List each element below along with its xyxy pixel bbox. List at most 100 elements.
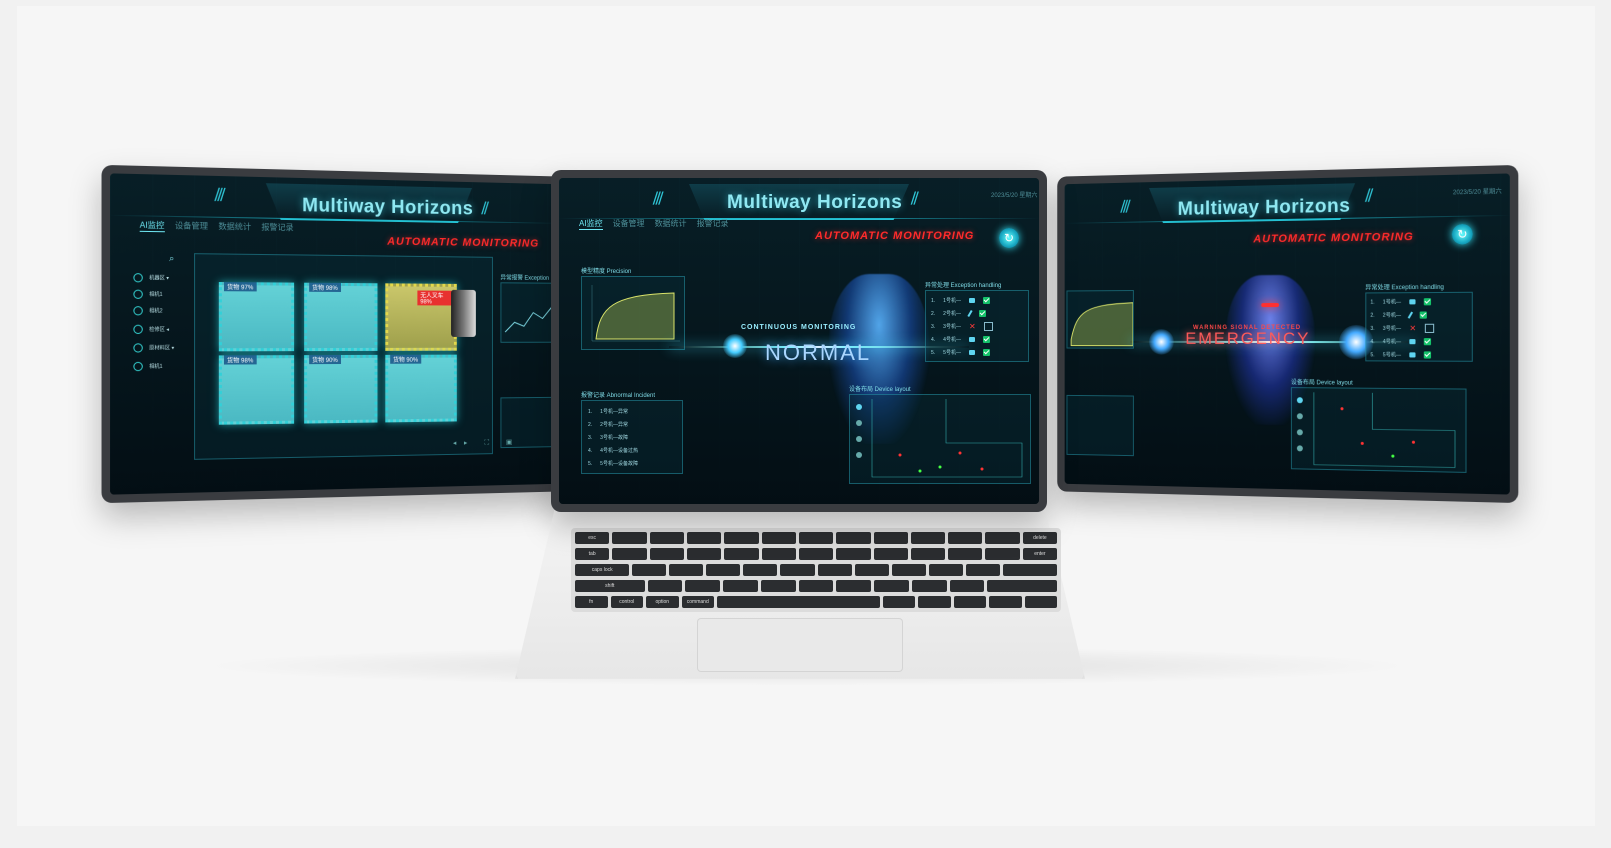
key[interactable] [612,532,647,544]
key-space[interactable] [717,596,880,608]
sidebar-item[interactable]: 相机1 [133,361,163,372]
list-item[interactable]: 4. 4号机— [1370,335,1467,348]
trackpad[interactable] [697,618,903,672]
key[interactable] [798,532,834,544]
search-icon[interactable]: ⌕ [169,253,174,264]
key[interactable] [836,532,871,544]
key[interactable] [836,580,872,592]
key-command[interactable]: command [681,596,714,608]
key-tab[interactable]: tab [575,548,610,560]
key[interactable] [891,564,926,576]
key[interactable] [965,564,1000,576]
key-control[interactable]: control [610,596,643,608]
sidebar-item[interactable]: 原材料区 ▾ [133,343,174,353]
tab-alarm[interactable]: 报警记录 [697,218,729,230]
key[interactable] [649,532,684,544]
camera-tile-warning[interactable]: 无人叉车 98% [385,283,457,351]
key[interactable] [854,564,889,576]
key[interactable] [910,532,946,544]
list-item[interactable]: 3. 3号机— ✕ [1370,322,1467,335]
key[interactable] [724,532,759,544]
key[interactable] [649,548,684,560]
list-item[interactable]: 1. 1号机— [1370,295,1467,309]
tab-device[interactable]: 设备管理 [613,218,645,230]
key[interactable] [647,580,683,592]
list-item[interactable]: 1. 1号机— [931,294,1023,307]
sidebar-item[interactable]: 相机1 [133,289,163,299]
list-item[interactable]: 5. 5号机— [1370,348,1467,362]
key[interactable] [761,548,796,560]
key[interactable] [761,532,796,544]
key[interactable] [985,532,1020,544]
app-title: Multiway Horizons [727,192,903,213]
key[interactable] [798,580,834,592]
sidebar-item[interactable]: 检修区 ◂ [133,324,169,334]
list-item[interactable]: 5. 5号机—设备故障 [588,457,676,470]
list-item[interactable]: 2. 2号机—异常 [588,418,676,431]
list-item[interactable]: 2. 2号机— [1370,308,1467,322]
sidebar-item[interactable]: 机器区 ▾ [133,273,169,283]
key[interactable] [685,580,721,592]
list-item[interactable]: 3. 3号机—故障 [588,431,676,444]
key-enter[interactable]: enter [1022,548,1058,560]
key[interactable] [836,548,871,560]
key[interactable] [612,548,647,560]
key[interactable] [1024,596,1057,608]
key[interactable] [910,548,946,560]
key[interactable] [911,580,947,592]
key[interactable] [882,596,915,608]
right-screen: ⧸⧸⧸ Multiway Horizons ⧸⧸ 2023/5/20 星期六 A… [1064,173,1510,495]
key[interactable] [686,532,722,544]
key[interactable] [817,564,852,576]
key-caps[interactable]: caps lock [575,564,630,576]
key[interactable] [987,580,1057,592]
tab-alarm[interactable]: 报警记录 [261,222,293,235]
key-esc[interactable]: esc [575,532,610,544]
list-item[interactable]: 4. 4号机—设备过热 [588,444,676,457]
tab-stats[interactable]: 数据统计 [655,218,687,230]
camera-tile[interactable]: 货物 98% [304,282,378,352]
list-item[interactable]: 1. 1号机—异常 [588,405,676,418]
key[interactable] [873,532,908,544]
key[interactable] [760,580,796,592]
tab-ai-monitor[interactable]: AI监控 [139,219,165,233]
key-fn[interactable]: fn [575,596,608,608]
list-item[interactable]: 5. 5号机— [931,346,1023,359]
key[interactable] [948,548,983,560]
camera-tile[interactable]: 货物 90% [385,354,457,423]
key[interactable] [743,564,778,576]
sidebar-item[interactable]: 相机2 [133,306,163,316]
key[interactable] [798,548,834,560]
key-delete[interactable]: delete [1022,532,1058,544]
camera-tile[interactable]: 货物 98% [218,355,295,425]
key[interactable] [669,564,704,576]
key[interactable] [953,596,986,608]
key[interactable] [632,564,667,576]
control-icons[interactable]: ◂▸ ⛶ ▣ [453,438,520,448]
key[interactable] [918,596,951,608]
camera-tile[interactable]: 货物 90% [304,354,378,424]
tab-stats[interactable]: 数据统计 [218,221,251,234]
key[interactable] [989,596,1022,608]
key[interactable] [724,548,759,560]
list-item[interactable]: 3. 3号机— ✕ [931,320,1023,333]
camera-tile[interactable]: 货物 97% [218,282,295,352]
key[interactable] [928,564,963,576]
key[interactable] [686,548,722,560]
list-item[interactable]: 2. 2号机— [931,307,1023,320]
key[interactable] [1002,564,1057,576]
tab-device[interactable]: 设备管理 [175,220,208,233]
key[interactable] [723,580,758,592]
key[interactable] [706,564,741,576]
list-item[interactable]: 4. 4号机— [931,333,1023,346]
key[interactable] [949,580,985,592]
key[interactable] [948,532,983,544]
key[interactable] [780,564,815,576]
key[interactable] [985,548,1020,560]
refresh-icon[interactable]: ↻ [999,228,1019,248]
key[interactable] [873,548,908,560]
key[interactable] [874,580,909,592]
key-option[interactable]: option [646,596,679,608]
key-shift[interactable]: shift [575,580,645,592]
tab-ai-monitor[interactable]: AI监控 [579,218,603,230]
